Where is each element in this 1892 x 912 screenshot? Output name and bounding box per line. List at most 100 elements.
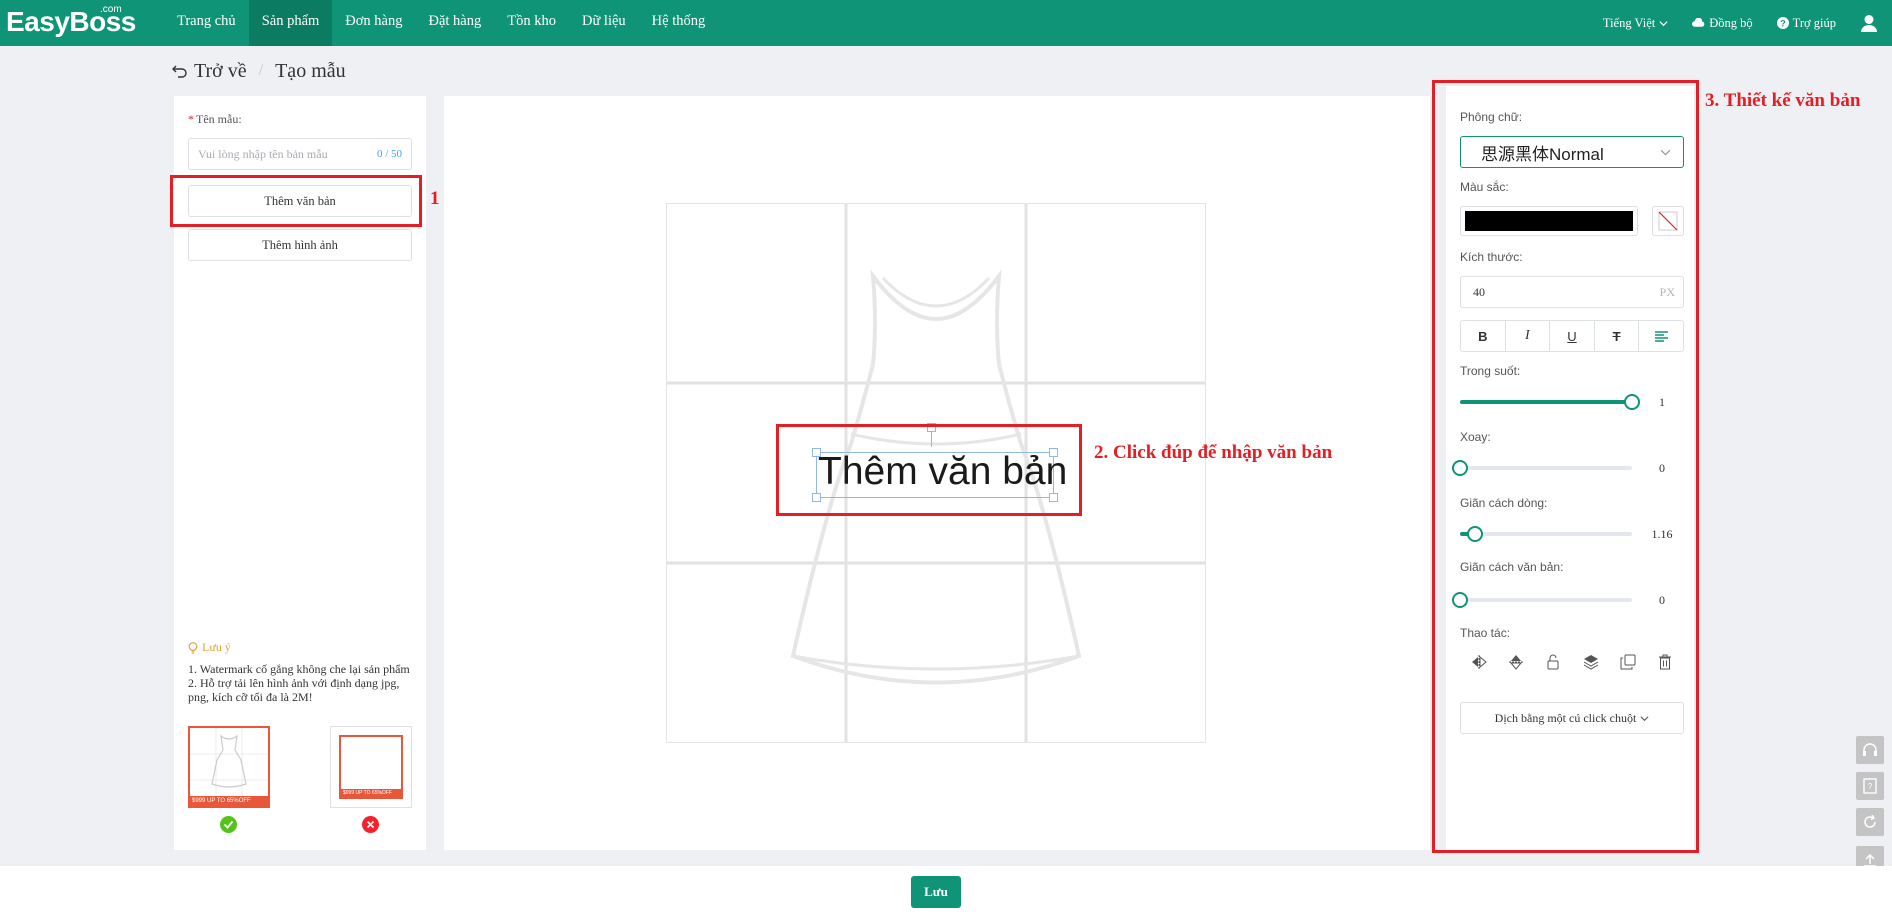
opacity-label: Trong suốt: bbox=[1460, 364, 1521, 378]
language-selector[interactable]: Tiếng Việt bbox=[1603, 16, 1668, 31]
annotation-box-1 bbox=[170, 175, 422, 227]
cross-icon bbox=[362, 816, 379, 833]
save-button[interactable]: Lưu bbox=[911, 876, 961, 908]
help-label: Trợ giúp bbox=[1792, 15, 1836, 30]
book-icon: ? bbox=[1863, 778, 1877, 794]
font-size-unit: PX bbox=[1659, 284, 1675, 299]
main-nav: Trang chủ Sản phẩm Đơn hàng Đặt hàng Tồn… bbox=[164, 0, 718, 46]
annotation-box-2 bbox=[776, 424, 1082, 516]
format-toolbar: B I U T bbox=[1460, 320, 1684, 352]
example-bad-badge: $999 UP TO 65%OFF bbox=[341, 789, 401, 797]
font-size-value: 40 bbox=[1473, 284, 1485, 299]
color-label: Màu sắc: bbox=[1460, 180, 1509, 194]
align-button[interactable] bbox=[1639, 321, 1683, 351]
check-icon bbox=[220, 816, 237, 833]
text-properties-panel: Phông chữ: 思源黑体Normal Màu sắc: Kích thướ… bbox=[1446, 86, 1694, 850]
nav-item-products[interactable]: Sản phẩm bbox=[248, 0, 333, 46]
chevron-down-icon bbox=[1660, 149, 1671, 156]
annotation-step-2: 2. Click đúp để nhập văn bản bbox=[1094, 442, 1333, 463]
top-right-tools: Tiếng Việt Đồng bộ ? Trợ giúp bbox=[1603, 0, 1892, 46]
language-label: Tiếng Việt bbox=[1602, 15, 1656, 30]
font-size-input[interactable]: 40 PX bbox=[1460, 276, 1684, 308]
example-good-thumbnail: $999 UP TO 65%OFF bbox=[188, 726, 270, 808]
sync-label: Đồng bộ bbox=[1709, 15, 1753, 30]
help-button[interactable]: ? Trợ giúp bbox=[1776, 15, 1836, 31]
nav-item-purchase[interactable]: Đặt hàng bbox=[415, 0, 494, 46]
sync-button[interactable]: Đồng bộ bbox=[1692, 15, 1753, 31]
cloud-icon bbox=[1692, 18, 1705, 27]
note-list: 1. Watermark cố gắng không che lại sản p… bbox=[188, 662, 418, 704]
nav-item-home[interactable]: Trang chủ bbox=[164, 0, 249, 46]
back-link[interactable]: Trở về bbox=[194, 60, 247, 83]
support-button[interactable] bbox=[1856, 736, 1884, 764]
operations-label: Thao tác: bbox=[1460, 626, 1511, 640]
copy-icon[interactable] bbox=[1620, 654, 1636, 670]
logo-suffix: .com bbox=[100, 4, 122, 15]
line-spacing-slider[interactable] bbox=[1460, 526, 1632, 542]
opacity-slider[interactable] bbox=[1460, 394, 1640, 410]
svg-text:?: ? bbox=[1868, 782, 1873, 791]
bold-button[interactable]: B bbox=[1461, 321, 1506, 351]
example-bad-thumbnail: $999 UP TO 65%OFF bbox=[330, 726, 412, 808]
breadcrumb: Trở về / Tạo mẫu bbox=[172, 56, 346, 86]
opacity-slider-thumb[interactable] bbox=[1624, 394, 1640, 410]
letter-spacing-slider[interactable] bbox=[1452, 592, 1632, 608]
letter-spacing-slider-thumb[interactable] bbox=[1452, 592, 1468, 608]
flip-vertical-icon[interactable] bbox=[1508, 654, 1524, 670]
line-spacing-slider-thumb[interactable] bbox=[1467, 526, 1483, 542]
font-label: Phông chữ: bbox=[1460, 110, 1523, 124]
font-select-value: 思源黑体Normal bbox=[1481, 144, 1604, 164]
add-image-button[interactable]: Thêm hình ảnh bbox=[188, 229, 412, 261]
nav-item-inventory[interactable]: Tồn kho bbox=[494, 0, 569, 46]
letter-spacing-value: 0 bbox=[1659, 593, 1665, 607]
template-name-input[interactable]: Vui lòng nhập tên bản mẫu 0 / 50 bbox=[188, 138, 412, 170]
unlock-icon[interactable] bbox=[1545, 654, 1561, 670]
upload-icon bbox=[1864, 853, 1876, 867]
no-color-icon bbox=[1658, 211, 1678, 231]
rotate-label: Xoay: bbox=[1460, 430, 1491, 444]
template-name-placeholder: Vui lòng nhập tên bản mẫu bbox=[198, 146, 328, 161]
underline-button[interactable]: U bbox=[1550, 321, 1595, 351]
rotate-value: 0 bbox=[1659, 461, 1665, 475]
lightbulb-icon bbox=[188, 641, 198, 654]
help-icon: ? bbox=[1776, 17, 1789, 29]
example-good-badge: $999 UP TO 65%OFF bbox=[190, 796, 268, 806]
letter-spacing-label: Giãn cách văn bản: bbox=[1460, 560, 1564, 574]
template-name-counter: 0 / 50 bbox=[376, 148, 402, 160]
refresh-button[interactable] bbox=[1856, 808, 1884, 836]
top-navbar: EasyBoss .com Trang chủ Sản phẩm Đơn hàn… bbox=[0, 0, 1892, 46]
font-select[interactable]: 思源黑体Normal bbox=[1460, 136, 1684, 168]
no-color-button[interactable] bbox=[1652, 206, 1684, 236]
rotate-slider[interactable] bbox=[1452, 460, 1632, 476]
translate-button[interactable]: Dịch bằng một cú click chuột bbox=[1460, 702, 1684, 734]
annotation-step-1: 1 bbox=[430, 188, 440, 209]
rotate-slider-thumb[interactable] bbox=[1452, 460, 1468, 476]
note-line-2: 2. Hỗ trợ tải lên hình ảnh với định dạng… bbox=[188, 676, 400, 704]
template-name-label: * Tên mẫu: bbox=[188, 112, 242, 126]
flip-horizontal-icon[interactable] bbox=[1471, 654, 1487, 670]
color-swatch bbox=[1465, 211, 1633, 231]
size-label: Kích thước: bbox=[1460, 250, 1523, 264]
nav-item-system[interactable]: Hệ thống bbox=[639, 0, 719, 46]
refresh-icon bbox=[1864, 815, 1876, 828]
user-icon[interactable] bbox=[1860, 14, 1878, 32]
nav-item-orders[interactable]: Đơn hàng bbox=[332, 0, 415, 46]
align-left-icon bbox=[1654, 330, 1668, 342]
italic-button[interactable]: I bbox=[1506, 321, 1551, 351]
operations-toolbar bbox=[1460, 654, 1684, 670]
nav-item-data[interactable]: Dữ liệu bbox=[569, 0, 639, 46]
strikethrough-button[interactable]: T bbox=[1595, 321, 1640, 351]
chevron-down-icon bbox=[1640, 715, 1649, 721]
back-arrow-icon[interactable] bbox=[172, 64, 188, 78]
chevron-down-icon bbox=[1659, 20, 1668, 26]
dress-icon bbox=[190, 728, 268, 796]
note-title: Lưu ý bbox=[188, 640, 231, 655]
opacity-value: 1 bbox=[1659, 395, 1665, 409]
trash-icon[interactable] bbox=[1657, 654, 1673, 670]
color-picker[interactable] bbox=[1460, 206, 1638, 236]
line-spacing-value: 1.16 bbox=[1651, 527, 1673, 541]
headset-icon bbox=[1863, 743, 1877, 756]
guide-button[interactable]: ? bbox=[1856, 772, 1884, 800]
layers-icon[interactable] bbox=[1583, 654, 1599, 670]
line-spacing-label: Giãn cách dòng: bbox=[1460, 496, 1548, 510]
